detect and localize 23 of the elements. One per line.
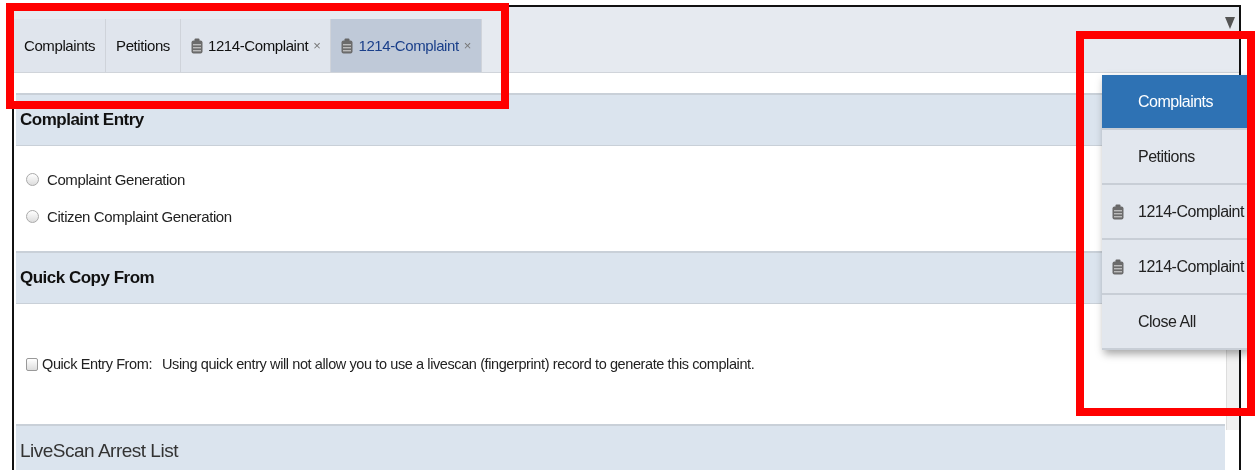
radio-label: Complaint Generation bbox=[47, 171, 185, 188]
radio-label: Citizen Complaint Generation bbox=[47, 208, 232, 225]
menu-item[interactable]: 1214-Complaint bbox=[1102, 240, 1248, 295]
menu-item[interactable]: Petitions bbox=[1102, 130, 1248, 185]
tab[interactable]: Petitions bbox=[106, 19, 181, 72]
close-icon[interactable]: × bbox=[313, 38, 321, 53]
clipboard-icon bbox=[1112, 203, 1124, 220]
section-header: LiveScan Arrest List bbox=[16, 424, 1225, 470]
tab[interactable]: 1214-Complaint × bbox=[331, 19, 482, 72]
clipboard-icon bbox=[1112, 258, 1124, 275]
menu-item[interactable]: Close All bbox=[1102, 295, 1248, 350]
radio-button[interactable] bbox=[26, 210, 39, 223]
tab[interactable]: 1214-Complaint × bbox=[180, 19, 332, 72]
radio-button[interactable] bbox=[26, 173, 39, 186]
note-text: Using quick entry will not allow you to use a livescan (fingerprint) record to generate this complaint. bbox=[162, 356, 755, 372]
caret-icon[interactable] bbox=[1225, 17, 1235, 29]
menu-item[interactable]: 1214-Complaint bbox=[1102, 185, 1248, 240]
checkbox[interactable] bbox=[26, 357, 38, 371]
tab[interactable]: Complaints bbox=[14, 19, 107, 72]
checkbox-label: Quick Entry From: bbox=[42, 356, 153, 372]
clipboard-icon bbox=[190, 37, 203, 54]
menu-item[interactable]: Complaints bbox=[1102, 75, 1248, 130]
clipboard-icon bbox=[341, 37, 354, 54]
